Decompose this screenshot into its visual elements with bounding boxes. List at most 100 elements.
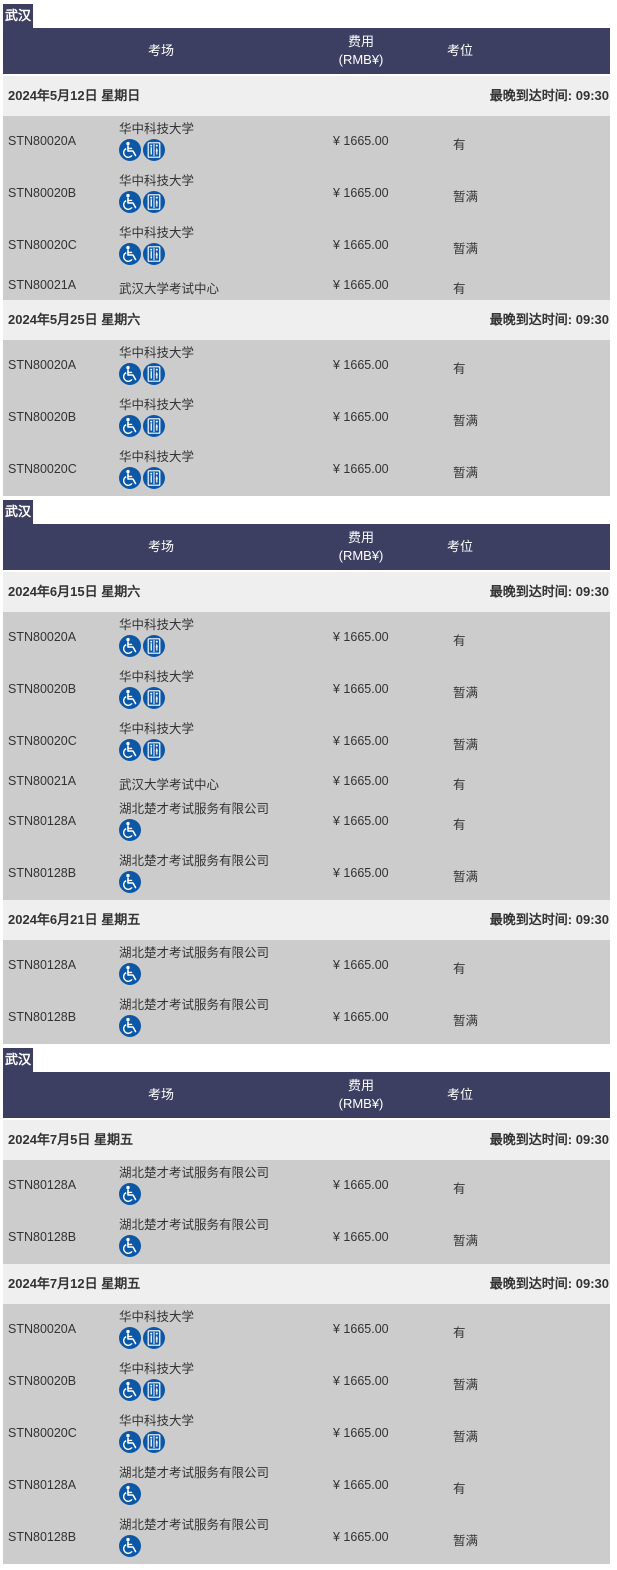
test-center-code: STN80020B — [8, 186, 77, 200]
fee-amount: ¥ 1665.00 — [333, 358, 389, 372]
fee-amount: ¥ 1665.00 — [333, 630, 389, 644]
venue-name: 华中科技大学 — [119, 1414, 195, 1428]
fee-amount: ¥ 1665.00 — [333, 1010, 389, 1024]
city-label: 武汉 — [3, 500, 33, 524]
table-row: STN80020C 华中科技大学 ¥ 1665.00 暂满 — [3, 716, 610, 768]
wheelchair-icon — [119, 415, 141, 437]
accessibility-icons — [119, 467, 165, 489]
accessibility-icons — [119, 1015, 141, 1037]
table-row: STN80020B 华中科技大学 ¥ 1665.00 暂满 — [3, 1356, 610, 1408]
fee-amount: ¥ 1665.00 — [333, 1374, 389, 1388]
table-header: 考场 费用 (RMB¥) 考位 — [3, 28, 610, 74]
seat-availability: 暂满 — [453, 1430, 479, 1444]
fee-amount: ¥ 1665.00 — [333, 1322, 389, 1336]
wheelchair-icon — [119, 963, 141, 985]
seat-availability: 有 — [453, 818, 466, 832]
test-center-code: STN80020C — [8, 734, 77, 748]
venue-name: 华中科技大学 — [119, 174, 195, 188]
test-center-code: STN80020C — [8, 462, 77, 476]
venue-name: 湖北楚才考试服务有限公司 — [119, 946, 270, 960]
wheelchair-icon — [119, 635, 141, 657]
table-row: STN80021A 武汉大学考试中心 ¥ 1665.00 有 — [3, 272, 610, 300]
wheelchair-icon — [119, 871, 141, 893]
seat-availability: 暂满 — [453, 1534, 479, 1548]
wheelchair-icon — [119, 139, 141, 161]
wheelchair-icon — [119, 1535, 141, 1557]
test-center-code: STN80020B — [8, 1374, 77, 1388]
header-fee-unit: (RMB¥) — [338, 1096, 384, 1111]
fee-amount: ¥ 1665.00 — [333, 1178, 389, 1192]
seat-availability: 有 — [453, 962, 466, 976]
wheelchair-icon — [119, 739, 141, 761]
arrival-time: 最晚到达时间: 09:30 — [489, 1276, 609, 1291]
test-center-code: STN80128B — [8, 1010, 77, 1024]
wheelchair-icon — [119, 1183, 141, 1205]
fee-amount: ¥ 1665.00 — [333, 1426, 389, 1440]
table-row: STN80020C 华中科技大学 ¥ 1665.00 暂满 — [3, 444, 610, 496]
accessibility-icons — [119, 1235, 141, 1257]
seat-availability: 暂满 — [453, 466, 479, 480]
test-center-code: STN80021A — [8, 278, 77, 292]
accessible-restroom-icon — [143, 739, 165, 761]
accessibility-icons — [119, 1379, 165, 1401]
seat-availability: 暂满 — [453, 1378, 479, 1392]
arrival-time: 最晚到达时间: 09:30 — [489, 312, 609, 327]
accessible-restroom-icon — [143, 415, 165, 437]
test-center-code: STN80128A — [8, 1178, 77, 1192]
test-center-code: STN80020B — [8, 682, 77, 696]
accessibility-icons — [119, 635, 165, 657]
accessibility-icons — [119, 687, 165, 709]
seat-availability: 有 — [453, 362, 466, 376]
seat-availability: 暂满 — [453, 870, 479, 884]
venue-name: 华中科技大学 — [119, 398, 195, 412]
test-center-code: STN80020C — [8, 238, 77, 252]
venue-name: 湖北楚才考试服务有限公司 — [119, 1166, 270, 1180]
accessibility-icons — [119, 1327, 165, 1349]
accessibility-icons — [119, 191, 165, 213]
fee-amount: ¥ 1665.00 — [333, 814, 389, 828]
venue-name: 华中科技大学 — [119, 450, 195, 464]
date-header: 2024年6月21日 星期五 最晚到达时间: 09:30 — [3, 900, 610, 940]
table-header: 考场 费用 (RMB¥) 考位 — [3, 1072, 610, 1118]
venue-name: 华中科技大学 — [119, 1362, 195, 1376]
table-row: STN80128B 湖北楚才考试服务有限公司 ¥ 1665.00 暂满 — [3, 848, 610, 900]
test-center-code: STN80020A — [8, 1322, 77, 1336]
venue-name: 湖北楚才考试服务有限公司 — [119, 1518, 270, 1532]
arrival-time: 最晚到达时间: 09:30 — [489, 584, 609, 599]
seat-availability: 暂满 — [453, 414, 479, 428]
table-row: STN80020B 华中科技大学 ¥ 1665.00 暂满 — [3, 392, 610, 444]
city-section: 武汉 考场 费用 (RMB¥) 考位 2024年6月15日 星期六 最晚到达时间: 09:3… — [3, 500, 610, 1044]
header-fee-label: 费用 — [347, 1078, 374, 1093]
accessibility-icons — [119, 1535, 141, 1557]
table-row: STN80020A 华中科技大学 ¥ 1665.00 有 — [3, 1304, 610, 1356]
fee-amount: ¥ 1665.00 — [333, 682, 389, 696]
venue-name: 武汉大学考试中心 — [119, 282, 220, 296]
test-center-code: STN80128A — [8, 1478, 77, 1492]
seat-availability: 暂满 — [453, 190, 479, 204]
wheelchair-icon — [119, 1015, 141, 1037]
arrival-time: 最晚到达时间: 09:30 — [489, 1132, 609, 1147]
wheelchair-icon — [119, 363, 141, 385]
accessibility-icons — [119, 1431, 165, 1453]
header-seat: 考位 — [446, 43, 473, 58]
exam-date: 2024年6月21日 星期五 — [8, 912, 141, 927]
table-row: STN80128B 湖北楚才考试服务有限公司 ¥ 1665.00 暂满 — [3, 992, 610, 1044]
fee-amount: ¥ 1665.00 — [333, 462, 389, 476]
table-row: STN80020B 华中科技大学 ¥ 1665.00 暂满 — [3, 168, 610, 220]
city-section: 武汉 考场 费用 (RMB¥) 考位 2024年7月5日 星期五 最晚到达时间: 09:30… — [3, 1048, 610, 1564]
test-center-code: STN80128B — [8, 1230, 77, 1244]
wheelchair-icon — [119, 687, 141, 709]
fee-amount: ¥ 1665.00 — [333, 186, 389, 200]
accessible-restroom-icon — [143, 635, 165, 657]
exam-date: 2024年5月25日 星期六 — [8, 312, 141, 327]
arrival-time: 最晚到达时间: 09:30 — [489, 88, 609, 103]
seat-availability: 有 — [453, 1182, 466, 1196]
fee-amount: ¥ 1665.00 — [333, 278, 389, 292]
accessible-restroom-icon — [143, 1327, 165, 1349]
seat-availability: 暂满 — [453, 1234, 479, 1248]
seat-availability: 有 — [453, 634, 466, 648]
accessibility-icons — [119, 871, 141, 893]
fee-amount: ¥ 1665.00 — [333, 1478, 389, 1492]
header-fee: 费用 (RMB¥) — [321, 28, 401, 74]
header-fee: 费用 (RMB¥) — [321, 1072, 401, 1118]
